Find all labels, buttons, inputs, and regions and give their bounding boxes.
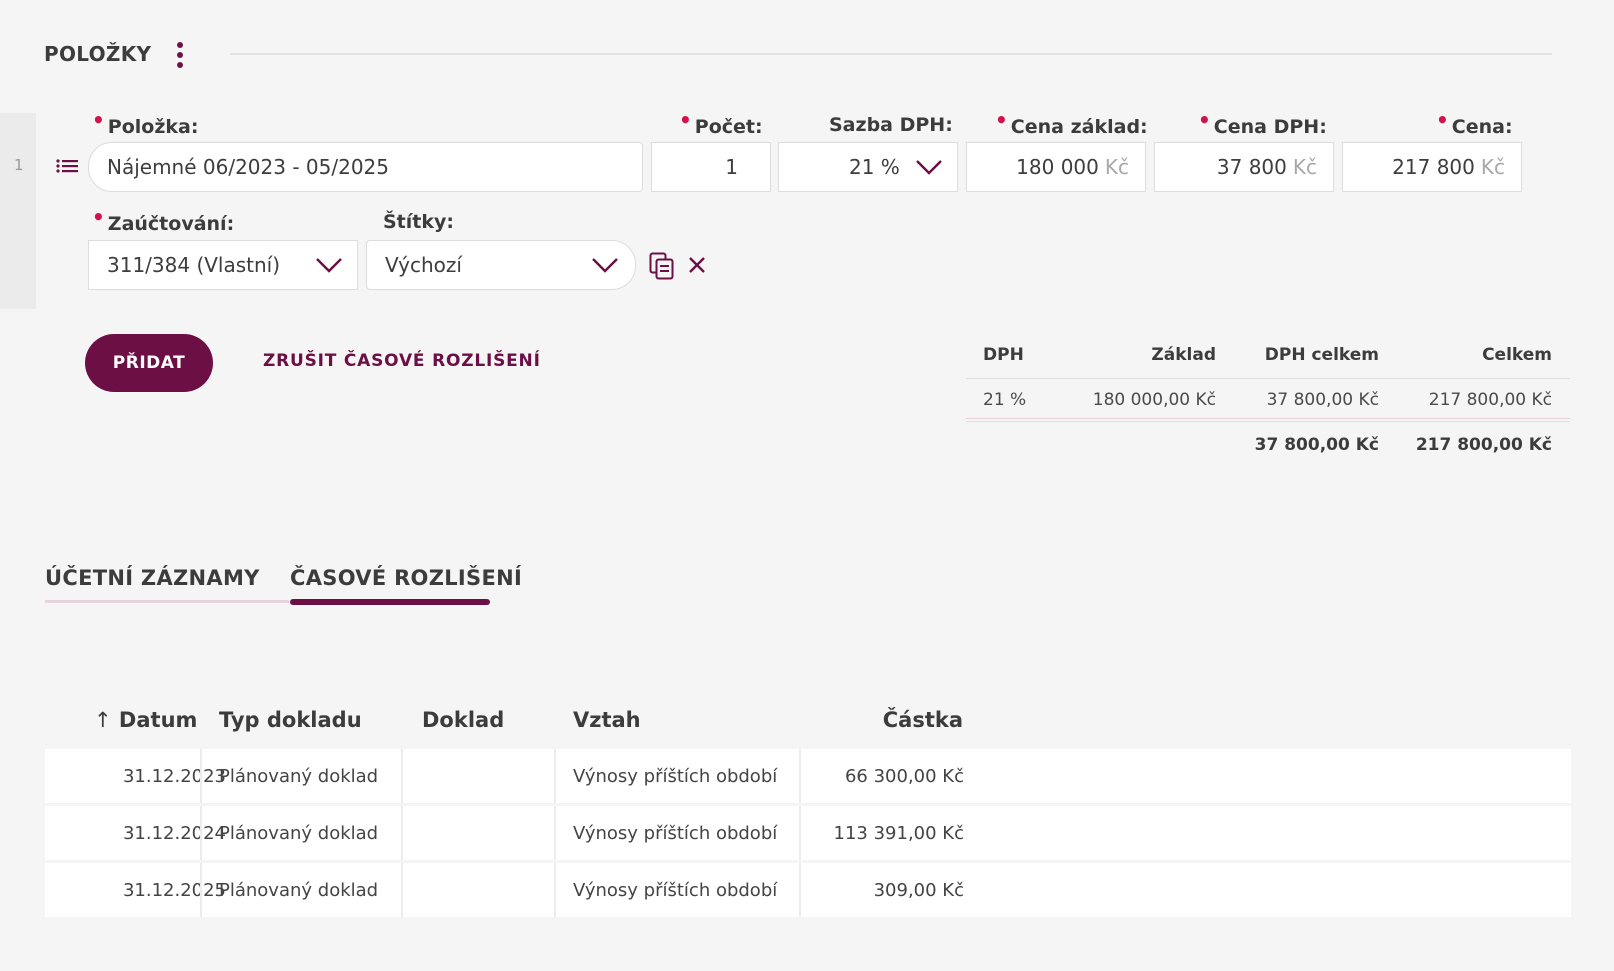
cell-typ: Plánovaný doklad [219, 765, 379, 787]
column-header-datum[interactable]: ↑ Datum [94, 708, 197, 732]
tab-active-indicator [290, 599, 490, 605]
cell-typ: Plánovaný doklad [219, 879, 379, 901]
cancel-accrual-button[interactable]: ZRUŠIT ČASOVÉ ROZLIŠENÍ [263, 351, 541, 371]
cell-vztah: Výnosy příštích období [573, 822, 778, 844]
label-sazba-dph: Sazba DPH: [829, 114, 953, 136]
summary-header-dph-celkem: DPH celkem [1264, 345, 1379, 365]
summary-divider [966, 378, 1570, 379]
summary-divider [966, 421, 1570, 422]
cell-datum: 31.12.2024 [122, 822, 226, 844]
vat-price-input[interactable]: 37 800 Kč [1154, 142, 1334, 192]
cell-castka: 309,00 Kč [873, 879, 964, 901]
column-header-typ[interactable]: Typ dokladu [219, 708, 362, 732]
cell-castka: 113 391,00 Kč [833, 822, 964, 844]
column-header-doklad[interactable]: Doklad [422, 708, 504, 732]
cell-typ: Plánovaný doklad [219, 822, 379, 844]
summary-cell: 217 800,00 Kč [1428, 390, 1552, 410]
label-stitky: Štítky: [383, 211, 454, 233]
column-header-vztah[interactable]: Vztah [573, 708, 641, 732]
drag-handle-icon[interactable] [56, 158, 78, 174]
vat-rate-select[interactable]: 21 % [778, 142, 958, 192]
total-price-input[interactable]: 217 800 Kč [1342, 142, 1522, 192]
copy-icon[interactable] [649, 252, 675, 280]
chevron-down-icon [592, 258, 618, 273]
cell-datum: 31.12.2025 [122, 879, 226, 901]
kebab-menu-icon[interactable] [176, 42, 184, 68]
quantity-input[interactable]: 1 [651, 142, 771, 192]
chevron-down-icon [316, 258, 342, 273]
tab-ucetni-zaznamy[interactable]: ÚČETNÍ ZÁZNAMY [45, 566, 260, 590]
chevron-down-icon [916, 160, 942, 175]
summary-cell: 180 000,00 Kč [1092, 390, 1216, 410]
base-price-input[interactable]: 180 000 Kč [966, 142, 1146, 192]
summary-divider [966, 418, 1570, 419]
row-number: 1 [14, 156, 24, 174]
label-polozka: • Položka: [92, 108, 199, 138]
section-title: POLOŽKY [44, 42, 152, 66]
cell-castka: 66 300,00 Kč [844, 765, 964, 787]
table-row[interactable]: 31.12.2025 Plánovaný doklad Výnosy příšt… [45, 863, 1571, 917]
summary-total-celkem: 217 800,00 Kč [1415, 435, 1552, 455]
cell-vztah: Výnosy příštích období [573, 879, 778, 901]
summary-cell: 21 % [983, 390, 1027, 410]
cell-datum: 31.12.2023 [122, 765, 226, 787]
add-button[interactable]: PŘIDAT [85, 334, 213, 392]
label-cena-zaklad: • Cena základ: [995, 108, 1148, 138]
label-zauctovani: • Zaúčtování: [92, 205, 235, 235]
tab-casove-rozliseni[interactable]: ČASOVÉ ROZLIŠENÍ [290, 566, 522, 590]
sort-ascending-icon: ↑ [94, 708, 112, 732]
table-row[interactable]: 31.12.2024 Plánovaný doklad Výnosy příšt… [45, 806, 1571, 860]
label-pocet: • Počet: [679, 108, 763, 138]
summary-total-dph: 37 800,00 Kč [1254, 435, 1379, 455]
label-cena-dph: • Cena DPH: [1198, 108, 1327, 138]
summary-cell: 37 800,00 Kč [1266, 390, 1379, 410]
accounting-select[interactable]: 311/384 (Vlastní) [88, 240, 358, 290]
row-sidebar [0, 113, 36, 309]
item-name-input[interactable]: Nájemné 06/2023 - 05/2025 [88, 142, 643, 192]
cell-vztah: Výnosy příštích období [573, 765, 778, 787]
summary-header-zaklad: Základ [1151, 345, 1216, 365]
column-header-castka[interactable]: Částka [883, 708, 963, 732]
header-divider [230, 53, 1552, 55]
tags-select[interactable]: Výchozí [366, 240, 636, 290]
table-row[interactable]: 31.12.2023 Plánovaný doklad Výnosy příšt… [45, 749, 1571, 803]
close-icon[interactable] [688, 256, 706, 274]
tab-underline [45, 600, 289, 603]
summary-header-dph: DPH [983, 345, 1024, 365]
summary-header-celkem: Celkem [1482, 345, 1552, 365]
label-cena: • Cena: [1436, 108, 1513, 138]
